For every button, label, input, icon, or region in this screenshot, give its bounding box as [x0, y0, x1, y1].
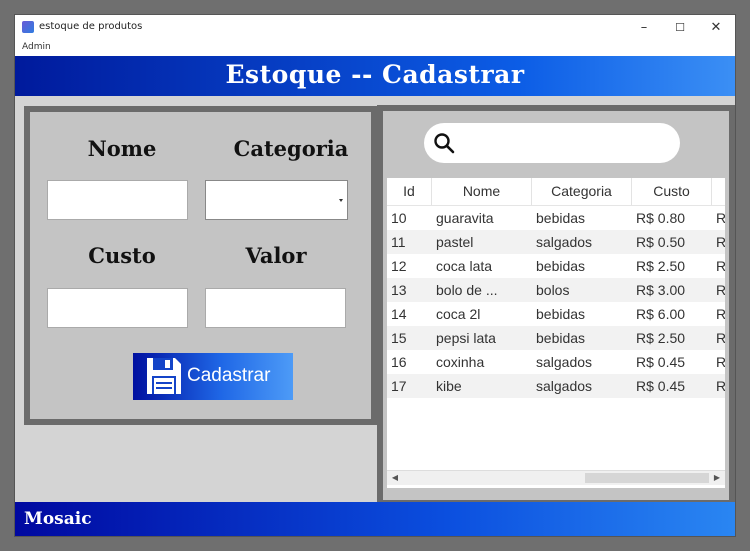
footer-bar: Mosaic — [15, 502, 735, 536]
app-window: estoque de produtos – ☐ ✕ Admin Estoque … — [15, 15, 735, 536]
window-title: estoque de produtos — [39, 21, 143, 32]
valor-label: Valor — [245, 243, 307, 268]
cell-id: 16 — [391, 354, 407, 370]
cell-nome: kibe — [436, 378, 462, 394]
cell-id: 11 — [391, 234, 406, 250]
cell-partial: R — [716, 258, 725, 274]
cell-id: 13 — [391, 282, 407, 298]
cell-partial: R — [716, 282, 725, 298]
products-table[interactable]: Id Nome Categoria Custo 10 guaravita bebid… — [387, 178, 725, 488]
cell-nome: guaravita — [436, 210, 494, 226]
cell-id: 10 — [391, 210, 407, 226]
cell-categoria: salgados — [536, 378, 593, 394]
dropdown-arrow-icon — [339, 199, 343, 202]
cell-nome: coca lata — [436, 258, 493, 274]
column-header-nome[interactable]: Nome — [432, 178, 532, 205]
cell-nome: coxinha — [436, 354, 485, 370]
cell-id: 15 — [391, 330, 407, 346]
menu-admin[interactable]: Admin — [22, 42, 51, 52]
floppy-disk-icon — [147, 358, 181, 394]
table-row[interactable]: 14 coca 2l bebidas R$ 6.00 R — [387, 302, 725, 326]
footer-brand: Mosaic — [24, 509, 92, 529]
scroll-left-icon[interactable]: ◀ — [389, 473, 401, 483]
scrollbar-thumb[interactable] — [585, 473, 709, 483]
cell-custo: R$ 2.50 — [636, 330, 686, 346]
custo-label: Custo — [88, 243, 156, 268]
cell-partial: R — [716, 210, 725, 226]
cell-partial: R — [716, 306, 725, 322]
cell-partial: R — [716, 330, 725, 346]
cell-partial: R — [716, 354, 725, 370]
app-icon — [22, 21, 34, 33]
cell-categoria: bebidas — [536, 306, 586, 322]
cell-categoria: bebidas — [536, 210, 586, 226]
title-bar: estoque de produtos – ☐ ✕ — [15, 15, 735, 41]
menu-bar: Admin — [15, 41, 735, 56]
cell-nome: pastel — [436, 234, 474, 250]
search-icon — [434, 133, 455, 154]
cell-id: 17 — [391, 378, 407, 394]
form-panel: Nome Categoria Custo Valor Cadastrar — [24, 106, 377, 425]
table-row[interactable]: 16 coxinha salgados R$ 0.45 R — [387, 350, 725, 374]
nome-label: Nome — [87, 136, 157, 161]
categoria-label: Categoria — [233, 136, 349, 161]
table-row[interactable]: 12 coca lata bebidas R$ 2.50 R — [387, 254, 725, 278]
horizontal-scrollbar[interactable]: ◀ ▶ — [387, 470, 725, 485]
list-panel: Id Nome Categoria Custo 10 guaravita bebid… — [377, 105, 735, 506]
cell-nome: pepsi lata — [436, 330, 496, 346]
custo-input[interactable] — [47, 288, 188, 328]
maximize-button[interactable]: ☐ — [662, 17, 698, 39]
cell-custo: R$ 0.80 — [636, 210, 686, 226]
cell-partial: R — [716, 234, 725, 250]
cell-categoria: bebidas — [536, 258, 586, 274]
cell-id: 12 — [391, 258, 407, 274]
cadastrar-button-label: Cadastrar — [187, 365, 271, 386]
scroll-right-icon[interactable]: ▶ — [711, 473, 723, 483]
search-input[interactable] — [424, 123, 680, 163]
cadastrar-button[interactable]: Cadastrar — [133, 353, 293, 400]
cell-categoria: salgados — [536, 354, 593, 370]
cell-categoria: bolos — [536, 282, 570, 298]
cell-custo: R$ 3.00 — [636, 282, 686, 298]
categoria-select[interactable] — [205, 180, 348, 220]
nome-input[interactable] — [47, 180, 188, 220]
cell-nome: coca 2l — [436, 306, 481, 322]
cell-custo: R$ 0.50 — [636, 234, 686, 250]
page-title: Estoque -- Cadastrar — [225, 60, 525, 89]
table-row[interactable]: 17 kibe salgados R$ 0.45 R — [387, 374, 725, 398]
column-header-custo[interactable]: Custo — [632, 178, 712, 205]
cell-partial: R — [716, 378, 725, 394]
cell-custo: R$ 6.00 — [636, 306, 686, 322]
table-row[interactable]: 15 pepsi lata bebidas R$ 2.50 R — [387, 326, 725, 350]
cell-categoria: bebidas — [536, 330, 586, 346]
cell-custo: R$ 0.45 — [636, 378, 686, 394]
column-header-partial[interactable] — [712, 178, 725, 205]
cell-nome: bolo de ... — [436, 282, 498, 298]
cell-custo: R$ 2.50 — [636, 258, 686, 274]
header-banner: Estoque -- Cadastrar — [15, 56, 735, 96]
table-row[interactable]: 13 bolo de ... bolos R$ 3.00 R — [387, 278, 725, 302]
table-row[interactable]: 10 guaravita bebidas R$ 0.80 R — [387, 206, 725, 230]
cell-categoria: salgados — [536, 234, 593, 250]
table-header: Id Nome Categoria Custo — [387, 178, 725, 206]
cell-id: 14 — [391, 306, 407, 322]
column-header-categoria[interactable]: Categoria — [532, 178, 632, 205]
table-row[interactable]: 11 pastel salgados R$ 0.50 R — [387, 230, 725, 254]
close-button[interactable]: ✕ — [698, 17, 734, 39]
valor-input[interactable] — [205, 288, 346, 328]
cell-custo: R$ 0.45 — [636, 354, 686, 370]
column-header-id[interactable]: Id — [387, 178, 432, 205]
minimize-button[interactable]: – — [626, 17, 662, 39]
